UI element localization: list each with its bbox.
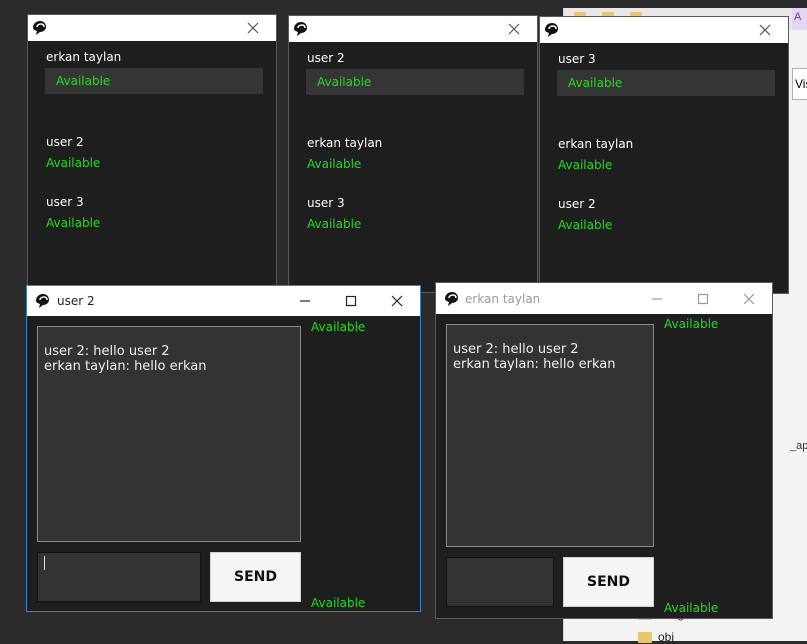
- contact-name[interactable]: user 2: [46, 135, 84, 149]
- chat-logo-icon: [33, 21, 46, 35]
- maximize-icon: [697, 293, 709, 304]
- minimize-button[interactable]: [282, 286, 328, 316]
- maximize-button[interactable]: [328, 286, 374, 316]
- close-button[interactable]: [491, 16, 537, 42]
- message-input[interactable]: [446, 557, 554, 607]
- folder-icon: [638, 632, 652, 643]
- background-nav-field[interactable]: Vis: [792, 68, 807, 100]
- maximize-icon: [345, 295, 357, 307]
- contact-status: Available: [46, 156, 101, 170]
- close-icon: [391, 295, 403, 307]
- title-bar[interactable]: [540, 17, 788, 43]
- close-icon: [508, 23, 520, 35]
- title-bar[interactable]: [289, 16, 537, 42]
- contacts-window: erkan taylan Available user 2 Available …: [27, 14, 277, 292]
- chat-logo-icon: [545, 23, 558, 37]
- chat-message: erkan taylan: hello erkan: [453, 357, 616, 372]
- contact-name[interactable]: erkan taylan: [558, 137, 633, 151]
- contacts-window: user 2 Available erkan taylan Available …: [288, 15, 538, 293]
- close-button[interactable]: [230, 15, 276, 41]
- chat-logo-icon: [445, 292, 458, 306]
- close-button[interactable]: [374, 286, 420, 316]
- title-bar[interactable]: [28, 15, 276, 41]
- chat-logo-icon: [36, 294, 49, 308]
- contact-status: Available: [307, 217, 362, 231]
- close-button[interactable]: [726, 283, 772, 314]
- close-icon: [759, 24, 771, 36]
- background-side-text: _app: [790, 440, 807, 452]
- message-input[interactable]: [37, 552, 201, 602]
- self-status-selector[interactable]: Available: [557, 70, 775, 96]
- self-status: Available: [317, 75, 372, 89]
- send-button[interactable]: SEND: [563, 557, 654, 607]
- self-name: user 2: [307, 51, 345, 65]
- contacts-window: user 3 Available erkan taylan Available …: [539, 16, 789, 294]
- title-bar[interactable]: erkan taylan: [436, 283, 772, 314]
- partner-status: Available: [311, 320, 366, 334]
- close-icon: [247, 22, 259, 34]
- background-tab[interactable]: A: [792, 8, 807, 30]
- chat-window: user 2 user 2: hello user 2 erkan taylan…: [26, 285, 421, 612]
- contact-status: Available: [46, 216, 101, 230]
- contact-status: Available: [307, 157, 362, 171]
- close-icon: [743, 293, 755, 304]
- contact-status: Available: [558, 158, 613, 172]
- contact-status: Available: [558, 218, 613, 232]
- chat-window: erkan taylan user 2: hello user 2 erkan …: [435, 282, 773, 619]
- minimize-icon: [300, 300, 310, 302]
- partner-status: Available: [664, 317, 719, 331]
- send-button[interactable]: SEND: [210, 552, 301, 602]
- chat-message: user 2: hello user 2: [44, 344, 170, 359]
- self-status: Available: [568, 76, 623, 90]
- partner-status: Available: [664, 601, 719, 615]
- contact-name[interactable]: erkan taylan: [307, 136, 382, 150]
- self-name: user 3: [558, 52, 596, 66]
- text-caret: [44, 556, 45, 570]
- minimize-button[interactable]: [634, 283, 680, 314]
- self-status-selector[interactable]: Available: [306, 69, 524, 95]
- chat-message: user 2: hello user 2: [453, 342, 579, 357]
- window-title: user 2: [57, 294, 95, 308]
- title-bar[interactable]: user 2: [27, 286, 420, 316]
- self-name: erkan taylan: [46, 50, 122, 64]
- chat-message: erkan taylan: hello erkan: [44, 359, 207, 374]
- chat-history[interactable]: user 2: hello user 2 erkan taylan: hello…: [37, 326, 301, 542]
- self-status: Available: [56, 74, 111, 88]
- contact-name[interactable]: user 3: [307, 196, 345, 210]
- maximize-button[interactable]: [680, 283, 726, 314]
- partner-status: Available: [311, 596, 366, 610]
- minimize-icon: [652, 297, 662, 300]
- chat-logo-icon: [294, 22, 307, 36]
- contact-name[interactable]: user 3: [46, 195, 84, 209]
- window-title: erkan taylan: [465, 292, 541, 306]
- folder-label[interactable]: obj: [658, 630, 674, 644]
- contact-name[interactable]: user 2: [558, 197, 596, 211]
- self-status-selector[interactable]: Available: [45, 68, 263, 94]
- close-button[interactable]: [742, 17, 788, 43]
- chat-history[interactable]: user 2: hello user 2 erkan taylan: hello…: [446, 324, 654, 547]
